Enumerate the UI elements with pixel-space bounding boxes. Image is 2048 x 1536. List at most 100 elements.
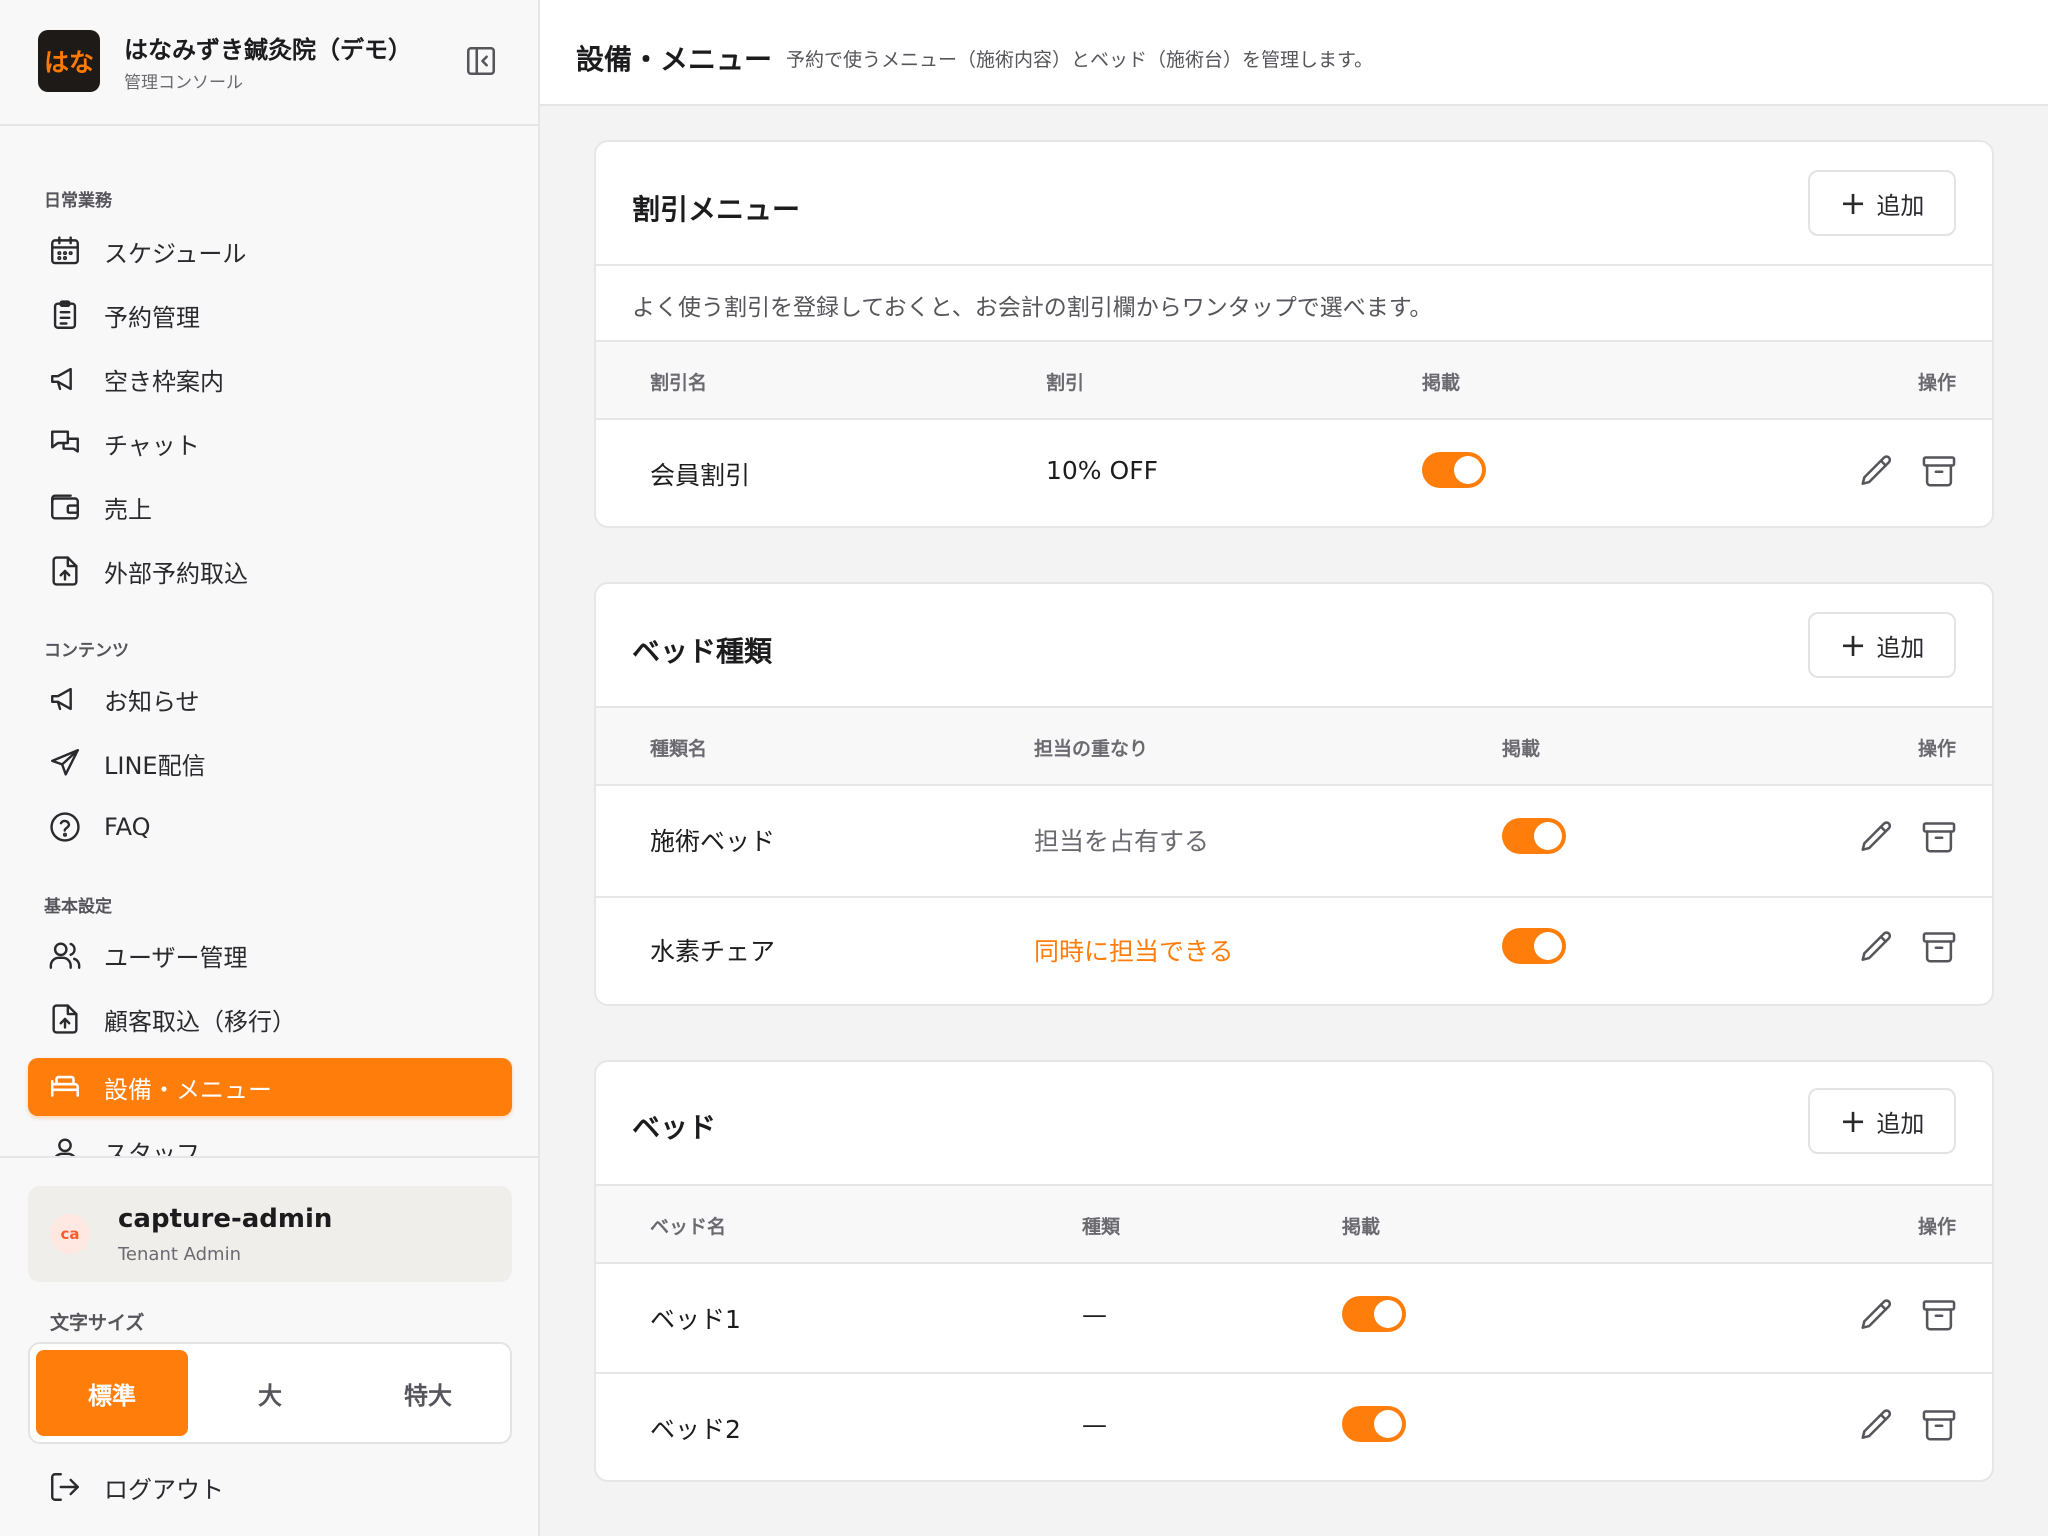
bed-types-title: ベッド種類	[632, 635, 773, 668]
column-header-actions: 操作	[1917, 738, 1956, 760]
bed-icon	[50, 1075, 80, 1097]
add-discount-button[interactable]: + 追加	[1808, 170, 1956, 236]
megaphone-icon	[51, 687, 72, 711]
column-header-overlap: 担当の重なり	[1034, 738, 1149, 760]
sidebar-item-label: LINE配信	[104, 751, 206, 780]
column-header-discount: 割引	[1046, 372, 1085, 394]
sidebar-item-label: 設備・メニュー	[104, 1075, 272, 1104]
sidebar-item-openings[interactable]: 空き枠案内	[28, 350, 512, 408]
sidebar-item-faq[interactable]: FAQ	[28, 798, 512, 856]
font-size-standard-button[interactable]: 標準	[36, 1350, 188, 1436]
logout-label: ログアウト	[104, 1475, 224, 1504]
add-bed-button[interactable]: + 追加	[1808, 1088, 1956, 1154]
column-header-published: 掲載	[1502, 738, 1541, 760]
archive-icon[interactable]	[1920, 1296, 1958, 1334]
file-upload-icon	[52, 556, 78, 586]
discount-menu-card: 割引メニュー + 追加 よく使う割引を登録しておくと、お会計の割引欄からワンタップ…	[594, 140, 1994, 528]
send-icon	[51, 749, 79, 776]
brand-subtitle: 管理コンソール	[124, 73, 243, 93]
toggle-knob	[1534, 822, 1562, 850]
edit-pencil-icon[interactable]	[1858, 1406, 1896, 1444]
sidebar-item-label: チャット	[104, 431, 200, 460]
plus-icon: +	[1839, 626, 1867, 664]
font-size-large-button[interactable]: 大	[194, 1350, 346, 1436]
sidebar-item-schedule[interactable]: スケジュール	[28, 222, 512, 280]
published-toggle[interactable]	[1342, 1296, 1406, 1332]
archive-icon[interactable]	[1920, 1406, 1958, 1444]
toggle-knob	[1374, 1410, 1402, 1438]
avatar: ca	[50, 1214, 90, 1254]
page-title: 設備・メニュー	[576, 43, 773, 76]
nav-section-basic-settings: 基本設定	[44, 897, 112, 917]
sidebar-item-staff[interactable]: スタッフ	[28, 1122, 512, 1156]
sidebar-item-line-broadcast[interactable]: LINE配信	[28, 734, 512, 792]
add-bed-type-button[interactable]: + 追加	[1808, 612, 1956, 678]
help-circle-icon	[50, 812, 80, 842]
brand-title: はなみずき鍼灸院（デモ）	[124, 36, 412, 64]
column-header-published: 掲載	[1422, 372, 1461, 394]
published-toggle[interactable]	[1502, 818, 1566, 854]
divider	[596, 264, 1992, 266]
bed-name: ベッド1	[650, 1305, 741, 1334]
sidebar-item-label: スタッフ	[104, 1139, 200, 1157]
archive-icon[interactable]	[1920, 818, 1958, 856]
divider	[596, 1372, 1992, 1374]
sidebar-item-label: ユーザー管理	[104, 943, 248, 972]
table-header: 割引名 割引 掲載 操作	[596, 340, 1992, 420]
user-card[interactable]: ca capture-admin Tenant Admin	[28, 1186, 512, 1282]
chat-bubbles-icon	[51, 430, 79, 453]
sidebar-item-external-import[interactable]: 外部予約取込	[28, 542, 512, 600]
discount-menu-title: 割引メニュー	[632, 193, 801, 226]
sidebar-item-label: 予約管理	[104, 303, 200, 332]
toggle-knob	[1454, 456, 1482, 484]
bed-name: ベッド2	[650, 1415, 741, 1444]
edit-pencil-icon[interactable]	[1858, 452, 1896, 490]
bed-type: —	[1082, 1410, 1107, 1439]
beds-title: ベッド	[632, 1111, 717, 1144]
archive-icon[interactable]	[1920, 452, 1958, 490]
font-size-label: 文字サイズ	[50, 1312, 145, 1334]
table-header: 種類名 担当の重なり 掲載 操作	[596, 706, 1992, 786]
add-label: 追加	[1876, 1109, 1925, 1138]
toggle-knob	[1374, 1300, 1402, 1328]
published-toggle[interactable]	[1342, 1406, 1406, 1442]
sidebar-item-customer-import[interactable]: 顧客取込（移行）	[28, 990, 512, 1048]
nav-section-daily: 日常業務	[44, 191, 112, 211]
user-role: Tenant Admin	[118, 1244, 242, 1265]
discount-menu-note: よく使う割引を登録しておくと、お会計の割引欄からワンタップで選べます。	[632, 295, 1433, 321]
archive-icon[interactable]	[1920, 928, 1958, 966]
column-header-type-name: 種類名	[650, 738, 708, 760]
toggle-knob	[1534, 932, 1562, 960]
sidebar-item-reservations[interactable]: 予約管理	[28, 286, 512, 344]
bed-types-card: ベッド種類 + 追加 種類名 担当の重なり 掲載 操作 施術ベッド 担当を占有する…	[594, 582, 1994, 1006]
published-toggle[interactable]	[1502, 928, 1566, 964]
published-toggle[interactable]	[1422, 452, 1486, 488]
plus-icon: +	[1839, 1102, 1867, 1140]
sidebar-collapse-icon[interactable]	[464, 44, 498, 78]
edit-pencil-icon[interactable]	[1858, 928, 1896, 966]
bed-type-overlap: 同時に担当できる	[1034, 937, 1234, 966]
user-icon	[54, 1138, 76, 1156]
sidebar-item-label: FAQ	[104, 813, 151, 841]
sidebar-item-news[interactable]: お知らせ	[28, 670, 512, 728]
column-header-name: 割引名	[650, 372, 708, 394]
logout-button[interactable]: ログアウト	[48, 1462, 224, 1512]
clipboard-list-icon	[53, 300, 77, 329]
sidebar-item-user-management[interactable]: ユーザー管理	[28, 926, 512, 984]
brand-header: はな はなみずき鍼灸院（デモ） 管理コンソール	[0, 0, 538, 126]
sidebar-item-chat[interactable]: チャット	[28, 414, 512, 472]
sidebar-item-label: 外部予約取込	[104, 559, 248, 588]
sidebar-item-sales[interactable]: 売上	[28, 478, 512, 536]
column-header-type: 種類	[1082, 1216, 1121, 1238]
edit-pencil-icon[interactable]	[1858, 818, 1896, 856]
plus-icon: +	[1839, 184, 1867, 222]
add-label: 追加	[1876, 191, 1925, 220]
sidebar-item-facilities-menu[interactable]: 設備・メニュー	[28, 1058, 512, 1116]
page-description: 予約で使うメニュー（施術内容）とベッド（施術台）を管理します。	[786, 49, 1374, 71]
edit-pencil-icon[interactable]	[1858, 1296, 1896, 1334]
sidebar-item-label: 売上	[104, 495, 152, 524]
font-size-xlarge-button[interactable]: 特大	[352, 1350, 504, 1436]
column-header-published: 掲載	[1342, 1216, 1381, 1238]
sidebar-item-label: お知らせ	[104, 687, 200, 716]
logout-icon	[51, 1473, 79, 1501]
